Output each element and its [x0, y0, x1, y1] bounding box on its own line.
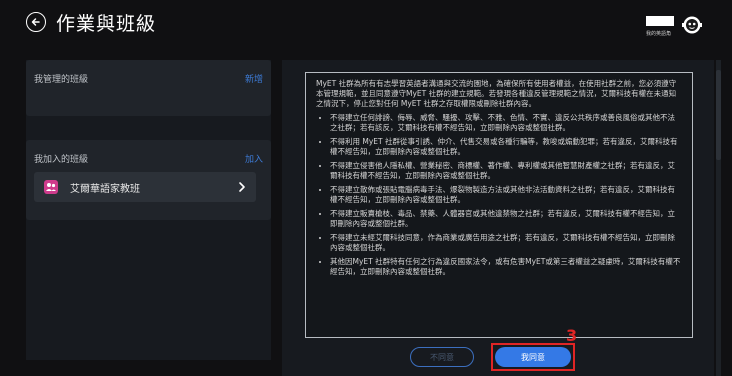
terms-item: 不得利用 MyET 社群從事引誘、仲介、代售交易或各種行騙等，教唆或煽動犯罪；若… — [330, 137, 682, 157]
terms-list: 不得建立任何誹謗、侮辱、威脅、騷擾、攻擊、不雅、色情、不實、違反公共秩序或善良風… — [316, 113, 682, 277]
robot-avatar-icon[interactable] — [682, 15, 702, 35]
terms-item: 不得建立散佈或張貼電腦病毒手法、爆裂物製造方法或其他非法活動資料之社群；若有違反… — [330, 185, 682, 205]
join-class-link[interactable]: 加入 — [245, 152, 263, 165]
terms-item: 不得建立侵害他人隱私權、營業秘密、商標權、著作權、專利權或其他智慧財產權之社群；… — [330, 161, 682, 181]
disagree-button[interactable]: 不同意 — [410, 347, 474, 367]
step-number-label: 3 — [566, 326, 578, 345]
header-bar: 作業與班級 我的英語角 — [0, 0, 732, 44]
badge-label: 我的英語角 — [646, 31, 672, 37]
chevron-right-icon — [239, 182, 245, 192]
terms-item: 不得建立未經艾爾科技同意，作為商業或廣告用途之社群；若有違反，艾爾科技有權不經告… — [330, 233, 682, 253]
terms-item: 不得建立販賣槍枝、毒品、禁藥、人體器官或其他違禁物之社群；若有違反，艾爾科技有權… — [330, 209, 682, 229]
community-terms-box[interactable]: MyET 社群為所有有志學習英語者溝通與交流的園地，為確保所有使用者權益，在使用… — [305, 72, 693, 338]
class-list-item[interactable]: 艾爾華語家教班 — [34, 172, 256, 202]
scrollbar-thumb[interactable] — [716, 70, 721, 160]
terms-intro: MyET 社群為所有有志學習英語者溝通與交流的園地，為確保所有使用者權益，在使用… — [316, 79, 677, 108]
joined-classes-title: 我加入的班級 — [34, 155, 89, 165]
managed-classes-title: 我管理的班級 — [34, 75, 89, 85]
terms-item: 其他因MyET 社群特有任何之行為違反國家法令，或有危害MyET或第三者權益之疑… — [330, 257, 682, 277]
agree-button[interactable]: 我同意 — [495, 347, 571, 367]
class-group-icon — [44, 180, 58, 194]
joined-classes-card: 我加入的班級 加入 艾爾華語家教班 — [26, 140, 271, 220]
managed-classes-card: 我管理的班級 新增 — [26, 60, 271, 116]
badge-bar — [646, 16, 674, 26]
class-name: 艾爾華語家教班 — [70, 184, 140, 195]
page-title: 作業與班級 — [56, 13, 157, 35]
terms-item: 不得建立任何誹謗、侮辱、威脅、騷擾、攻擊、不雅、色情、不實、違反公共秩序或善良風… — [330, 113, 682, 133]
back-button[interactable] — [26, 12, 46, 32]
class-list-panel: 我管理的班級 新增 我加入的班級 加入 艾爾華語家教班 — [26, 60, 271, 360]
scrollbar[interactable] — [716, 60, 721, 376]
my-english-corner-badge[interactable]: 我的英語角 — [646, 16, 674, 38]
back-arrow-icon — [31, 18, 40, 26]
add-class-link[interactable]: 新增 — [245, 72, 263, 85]
